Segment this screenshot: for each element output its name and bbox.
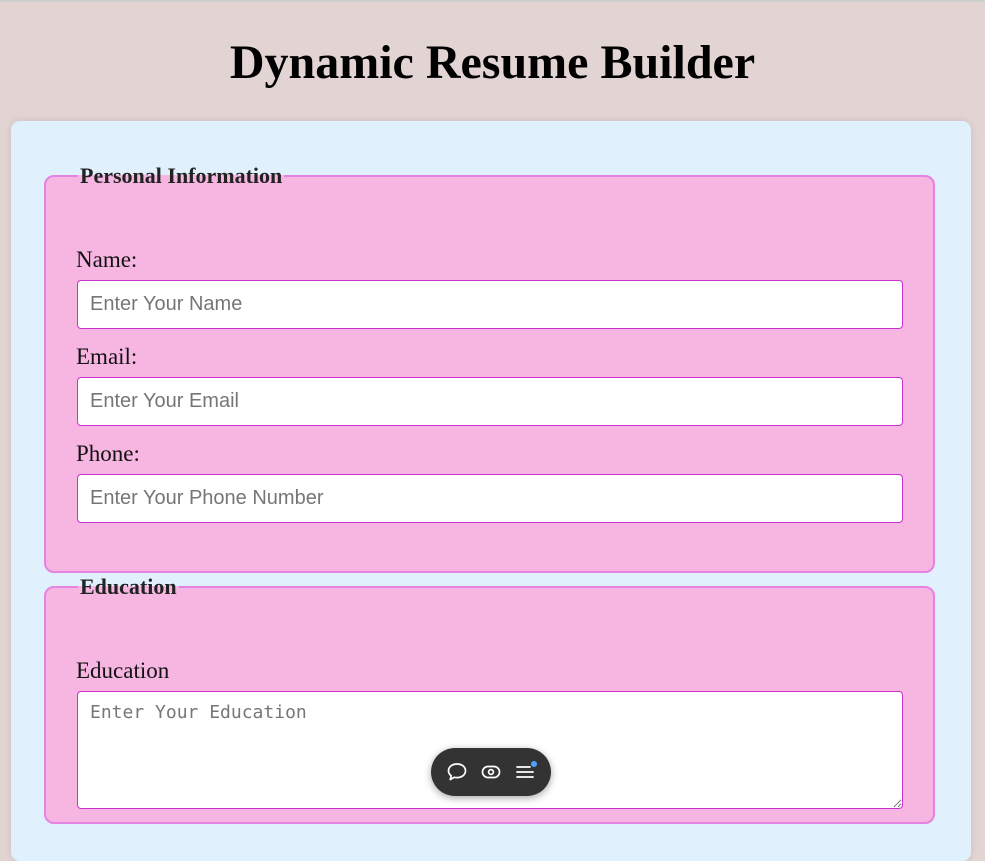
personal-information-legend: Personal Information: [80, 163, 283, 188]
preview-button[interactable]: [477, 758, 505, 786]
name-input[interactable]: [77, 280, 903, 329]
eye-icon: [481, 765, 501, 779]
page-title: Dynamic Resume Builder: [229, 36, 756, 89]
chat-bubble-icon: [447, 763, 467, 781]
top-border-line: [0, 0, 985, 2]
floating-toolbar: [431, 748, 551, 796]
education-label: Education: [76, 658, 170, 683]
phone-label: Phone:: [76, 441, 140, 466]
notification-dot: [531, 761, 537, 767]
education-legend: Education: [80, 574, 177, 599]
email-input[interactable]: [77, 377, 903, 426]
phone-input[interactable]: [77, 474, 903, 523]
personal-information-fieldset: Personal Information Name: Email: Phone:: [44, 163, 935, 573]
menu-button[interactable]: [511, 758, 539, 786]
comment-button[interactable]: [443, 758, 471, 786]
name-label: Name:: [76, 247, 138, 272]
email-label: Email:: [76, 344, 138, 369]
